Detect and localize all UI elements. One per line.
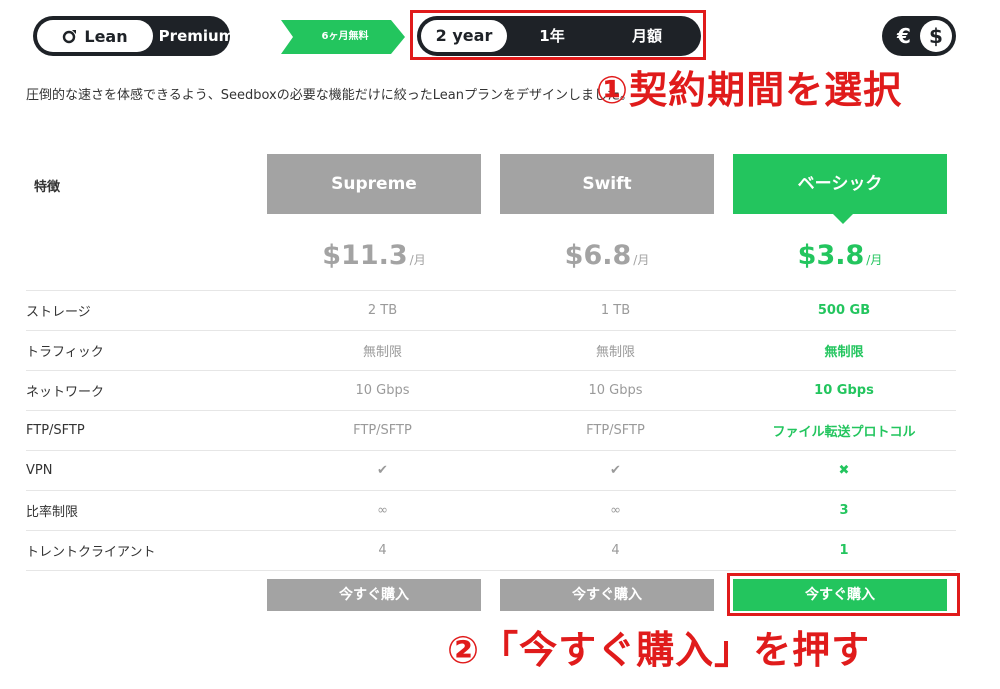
premium-plan-label: Premium bbox=[158, 27, 235, 45]
free-months-label: 6ヶ月無料 bbox=[321, 31, 369, 42]
intro-text: 圧倒的な速さを体感できるよう、Seedboxの必要な機能だけに絞ったLeanプラ… bbox=[26, 88, 633, 103]
feature-value: 10 Gbps bbox=[499, 370, 732, 411]
infinity-icon: ∞ bbox=[499, 490, 732, 531]
price-amount: $6.8 bbox=[564, 240, 632, 271]
feature-value: 3 bbox=[732, 490, 956, 531]
feature-value: FTP/SFTP bbox=[266, 410, 499, 451]
feature-value: 4 bbox=[266, 530, 499, 571]
price-amount: $11.3 bbox=[322, 240, 408, 271]
infinity-icon: ∞ bbox=[266, 490, 499, 531]
price-supreme: $11.3/月 bbox=[267, 240, 481, 271]
price-unit: /月 bbox=[866, 253, 883, 267]
price-basic: $3.8/月 bbox=[733, 240, 947, 271]
table-row: トレントクライアント 4 4 1 bbox=[26, 530, 956, 571]
feature-name: VPN bbox=[26, 450, 266, 491]
buy-now-button-basic[interactable]: 今すぐ購入 bbox=[733, 579, 947, 611]
lean-plan-option[interactable]: Lean bbox=[37, 20, 153, 52]
feature-value: 1 bbox=[732, 530, 956, 571]
feature-name: ストレージ bbox=[26, 290, 266, 331]
table-row: ストレージ 2 TB 1 TB 500 GB bbox=[26, 290, 956, 331]
feature-comparison-table: ストレージ 2 TB 1 TB 500 GB トラフィック 無制限 無制限 無制… bbox=[26, 290, 956, 571]
features-label: 特徴 bbox=[34, 180, 61, 195]
feature-name: 比率制限 bbox=[26, 490, 266, 531]
premium-plan-option[interactable]: Premium bbox=[159, 20, 235, 52]
term-monthly[interactable]: 月額 bbox=[607, 20, 687, 52]
feature-value: 500 GB bbox=[732, 290, 956, 331]
feature-value: ファイル転送プロトコル bbox=[732, 410, 956, 451]
feature-name: FTP/SFTP bbox=[26, 410, 266, 451]
feature-name: ネットワーク bbox=[26, 370, 266, 411]
currency-euro[interactable]: € bbox=[888, 20, 920, 52]
plan-header-supreme[interactable]: Supreme bbox=[267, 154, 481, 214]
price-unit: /月 bbox=[633, 253, 650, 267]
annotation-select-term: ①契約期間を選択 bbox=[596, 68, 903, 112]
currency-dollar[interactable]: $ bbox=[920, 20, 952, 52]
price-unit: /月 bbox=[409, 253, 426, 267]
currency-toggle: € $ bbox=[882, 16, 956, 56]
feature-value: 10 Gbps bbox=[266, 370, 499, 411]
feature-name: トラフィック bbox=[26, 330, 266, 371]
check-icon: ✔ bbox=[499, 450, 732, 491]
plan-type-toggle: Lean Premium bbox=[33, 16, 235, 56]
feature-value: 無制限 bbox=[499, 330, 732, 371]
table-row: FTP/SFTP FTP/SFTP FTP/SFTP ファイル転送プロトコル bbox=[26, 410, 956, 451]
table-row: 比率制限 ∞ ∞ 3 bbox=[26, 490, 956, 531]
table-row: トラフィック 無制限 無制限 無制限 bbox=[26, 330, 956, 371]
feature-value: 10 Gbps bbox=[732, 370, 956, 411]
buy-now-button-supreme[interactable]: 今すぐ購入 bbox=[267, 579, 481, 611]
price-amount: $3.8 bbox=[797, 240, 865, 271]
lean-plan-label: Lean bbox=[84, 26, 128, 46]
cross-icon: ✖ bbox=[732, 450, 956, 491]
term-1-year[interactable]: 1年 bbox=[517, 20, 587, 52]
rocket-icon bbox=[63, 30, 77, 44]
billing-term-toggle: 2 year 1年 月額 bbox=[417, 16, 701, 56]
check-icon: ✔ bbox=[266, 450, 499, 491]
feature-value: 無制限 bbox=[266, 330, 499, 371]
table-row: ネットワーク 10 Gbps 10 Gbps 10 Gbps bbox=[26, 370, 956, 411]
feature-value: 4 bbox=[499, 530, 732, 571]
feature-value: 1 TB bbox=[499, 290, 732, 331]
price-swift: $6.8/月 bbox=[500, 240, 714, 271]
plan-header-basic[interactable]: ベーシック bbox=[733, 154, 947, 224]
feature-value: 2 TB bbox=[266, 290, 499, 331]
feature-value: 無制限 bbox=[732, 330, 956, 371]
buy-now-button-swift[interactable]: 今すぐ購入 bbox=[500, 579, 714, 611]
table-row: VPN ✔ ✔ ✖ bbox=[26, 450, 956, 491]
free-months-badge: 6ヶ月無料 bbox=[281, 20, 405, 54]
term-2-year[interactable]: 2 year bbox=[421, 20, 507, 52]
plan-header-swift[interactable]: Swift bbox=[500, 154, 714, 214]
annotation-press-buy: ②「今すぐ購入」を押す bbox=[447, 628, 871, 672]
feature-value: FTP/SFTP bbox=[499, 410, 732, 451]
feature-name: トレントクライアント bbox=[26, 530, 266, 571]
